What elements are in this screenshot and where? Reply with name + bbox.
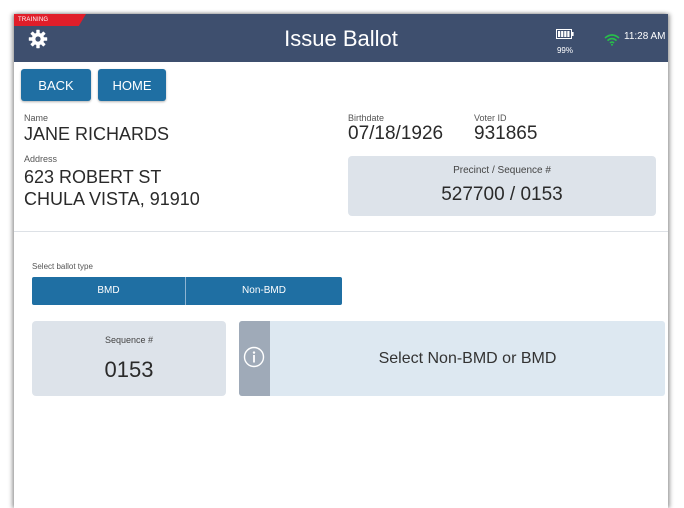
back-button[interactable]: BACK — [21, 69, 91, 101]
voter-name: JANE RICHARDS — [24, 124, 170, 144]
precinct-value: 527700 / 0153 — [441, 184, 563, 205]
birthdate-label: Birthdate — [348, 113, 385, 123]
precinct-label: Precinct / Sequence # — [453, 165, 551, 176]
birthdate-value: 07/18/1926 — [348, 123, 444, 144]
message-text: Select Non-BMD or BMD — [378, 350, 557, 367]
ballot-type-label: Select ballot type — [32, 262, 93, 271]
address-line-2: CHULA VISTA, 91910 — [24, 189, 200, 209]
battery-percent: 99% — [556, 46, 573, 55]
battery-indicator: 99% — [550, 26, 580, 56]
voter-id-value: 931865 — [474, 123, 538, 144]
sequence-card: Sequence # 0153 — [32, 321, 226, 396]
section-divider — [14, 231, 668, 232]
clock-time: 11:28 AM — [624, 31, 666, 42]
wifi-icon — [604, 33, 620, 51]
instruction-message: Select Non-BMD or BMD — [239, 321, 665, 396]
ballot-type-bmd-button[interactable]: BMD — [32, 277, 186, 305]
gear-icon[interactable] — [28, 29, 48, 49]
address-label: Address — [24, 154, 58, 164]
sequence-label: Sequence # — [104, 335, 154, 345]
sequence-value: 0153 — [104, 357, 154, 382]
battery-icon — [556, 29, 574, 39]
screen-right-border — [668, 0, 684, 508]
name-label: Name — [24, 113, 49, 123]
info-icon — [243, 346, 265, 373]
voter-id-label: Voter ID — [474, 113, 507, 123]
app-window: Issue Ballot TRAINING 99% 11:28 AM BACK … — [14, 14, 668, 508]
home-button[interactable]: HOME — [98, 69, 166, 101]
training-badge: TRAINING — [14, 14, 86, 26]
address-line-1: 623 ROBERT ST — [24, 167, 162, 187]
ballot-type-non-bmd-button[interactable]: Non-BMD — [186, 277, 342, 305]
screen-left-border — [0, 0, 14, 508]
header-bar: Issue Ballot TRAINING 99% 11:28 AM — [14, 14, 668, 62]
precinct-sequence-card: Precinct / Sequence # 527700 / 0153 — [348, 156, 656, 216]
